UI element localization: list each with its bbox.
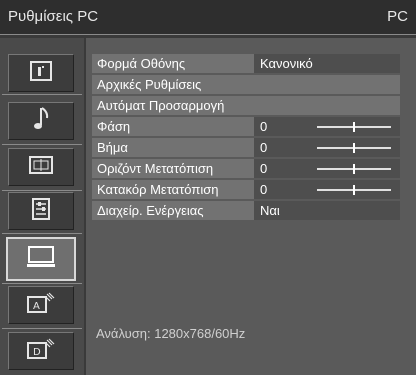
sidebar-divider [2, 144, 82, 145]
sidebar-divider [2, 328, 82, 329]
svg-text:A: A [33, 301, 40, 312]
row-value: 0 [260, 182, 268, 197]
slider-thumb[interactable] [353, 143, 355, 153]
row-label: Φορμά Οθόνης [97, 56, 186, 71]
sidebar-item-sound[interactable] [8, 102, 74, 140]
menu-row-power-management[interactable]: Διαχείρ. Ενέργειας Ναι [92, 201, 400, 220]
menu-row-clock[interactable]: Βήμα 0 [92, 138, 400, 157]
row-label: Αυτόματ Προσαρμογή [97, 98, 225, 113]
row-label: Βήμα [97, 140, 128, 155]
monitor-icon [26, 245, 56, 273]
input-a-icon: A [27, 292, 55, 319]
row-value: Ναι [260, 203, 280, 218]
list-settings-icon [32, 197, 50, 225]
sidebar-divider [2, 94, 82, 95]
menu-row-reset[interactable]: Αρχικές Ρυθμίσεις [92, 75, 400, 94]
settings-panel: Φορμά Οθόνης Κανονικό Αρχικές Ρυθμίσεις … [86, 38, 416, 375]
sidebar-item-settings[interactable] [8, 192, 74, 230]
title-bar: Ρυθμίσεις PC PC [0, 0, 416, 35]
menu-row-h-shift[interactable]: Οριζόντ Μετατόπιση 0 [92, 159, 400, 178]
osd-window: Ρυθμίσεις PC PC A D Φορμά Οθόνης Κανονικ… [0, 0, 416, 375]
slider-thumb[interactable] [353, 164, 355, 174]
menu-row-auto-adjust[interactable]: Αυτόματ Προσαρμογή [92, 96, 400, 115]
row-value: Κανονικό [260, 56, 313, 71]
resolution-info: Ανάλυση: 1280x768/60Hz [96, 326, 246, 341]
sidebar: A D [0, 38, 84, 375]
sidebar-item-pc[interactable] [6, 237, 76, 281]
row-label: Διαχείρ. Ενέργειας [97, 203, 204, 218]
menu-row-screen-format[interactable]: Φορμά Οθόνης Κανονικό [92, 54, 400, 73]
svg-text:D: D [33, 347, 41, 358]
slider-thumb[interactable] [353, 185, 355, 195]
row-label: Κατακόρ Μετατόπιση [97, 182, 219, 197]
row-value: 0 [260, 119, 268, 134]
sidebar-item-screen-format[interactable] [8, 148, 74, 186]
sidebar-item-picture[interactable] [8, 54, 74, 92]
picture-icon [30, 60, 52, 86]
sidebar-divider [2, 190, 82, 191]
menu-title: Ρυθμίσεις PC [8, 8, 99, 25]
sidebar-divider [2, 283, 82, 284]
music-note-icon [31, 106, 51, 137]
menu-row-v-shift[interactable]: Κατακόρ Μετατόπιση 0 [92, 180, 400, 199]
sidebar-divider [2, 233, 82, 234]
source-label: PC [387, 8, 408, 25]
row-label: Φάση [97, 119, 131, 134]
menu-row-phase[interactable]: Φάση 0 [92, 117, 400, 136]
row-label: Οριζόντ Μετατόπιση [97, 161, 214, 176]
input-d-icon: D [27, 338, 55, 365]
screen-format-icon [29, 155, 53, 179]
row-label: Αρχικές Ρυθμίσεις [97, 77, 202, 92]
row-value: 0 [260, 161, 268, 176]
row-value: 0 [260, 140, 268, 155]
slider-thumb[interactable] [353, 122, 355, 132]
sidebar-item-input-a[interactable]: A [8, 286, 74, 324]
sidebar-item-input-d[interactable]: D [8, 332, 74, 370]
